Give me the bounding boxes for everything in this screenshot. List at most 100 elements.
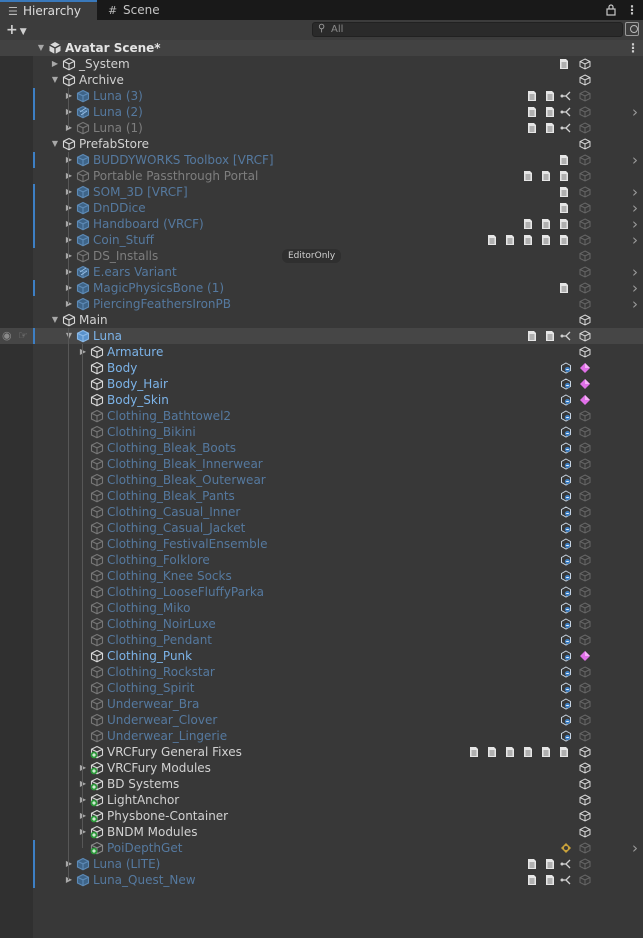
script-icon[interactable]: [527, 122, 537, 134]
prefab-fork-icon[interactable]: [560, 330, 572, 342]
search-options-icon[interactable]: [625, 22, 639, 36]
gameobject-state-icon[interactable]: [579, 138, 591, 150]
gameobject-state-icon[interactable]: [579, 266, 591, 278]
script-icon[interactable]: [527, 858, 537, 870]
expand-arrow-icon[interactable]: ▶: [78, 824, 88, 840]
tree-row[interactable]: Clothing_Casual_Jacket: [0, 520, 643, 536]
expand-arrow-icon[interactable]: ▶: [78, 808, 88, 824]
gameobject-state-icon[interactable]: [579, 634, 591, 646]
collapse-arrow-icon[interactable]: ▼: [50, 136, 60, 152]
expand-arrow-icon[interactable]: ▶: [64, 872, 74, 888]
gameobject-state-icon[interactable]: [579, 426, 591, 438]
mesh-renderer-icon[interactable]: [560, 458, 572, 470]
gameobject-state-icon[interactable]: [579, 794, 591, 806]
gameobject-state-icon[interactable]: [579, 154, 591, 166]
tree-row[interactable]: ▶ BUDDYWORKS Toolbox [VRCF] ›: [0, 152, 643, 168]
expand-arrow-icon[interactable]: ▶: [64, 88, 74, 104]
gameobject-state-icon[interactable]: [579, 346, 591, 358]
tree-row[interactable]: ▶ Portable Passthrough Portal: [0, 168, 643, 184]
expand-arrow-icon[interactable]: ▶: [64, 200, 74, 216]
chevron-right-icon[interactable]: ›: [630, 296, 640, 312]
script-icon[interactable]: [541, 234, 551, 246]
scene-kebab-menu-icon[interactable]: ⋮: [627, 40, 639, 56]
material-icon[interactable]: [579, 650, 591, 662]
tree-row[interactable]: Underwear_Clover: [0, 712, 643, 728]
gameobject-state-icon[interactable]: [579, 298, 591, 310]
tree-row[interactable]: Body_Hair: [0, 376, 643, 392]
mesh-renderer-icon[interactable]: [560, 650, 572, 662]
gameobject-state-icon[interactable]: [579, 826, 591, 838]
tree-row[interactable]: ▶ SOM_3D [VRCF] ›: [0, 184, 643, 200]
gameobject-state-icon[interactable]: [579, 330, 591, 342]
mesh-renderer-icon[interactable]: [560, 490, 572, 502]
mesh-renderer-icon[interactable]: [560, 410, 572, 422]
script-icon[interactable]: [541, 746, 551, 758]
script-icon[interactable]: [523, 170, 533, 182]
script-icon[interactable]: [559, 154, 569, 166]
expand-arrow-icon[interactable]: ▶: [64, 264, 74, 280]
tree-row[interactable]: ▼ Main: [0, 312, 643, 328]
gameobject-state-icon[interactable]: [579, 250, 591, 262]
expand-arrow-icon[interactable]: ▶: [64, 152, 74, 168]
tree-row[interactable]: ▼ Archive: [0, 72, 643, 88]
tree-row[interactable]: Underwear_Bra: [0, 696, 643, 712]
tree-row[interactable]: Underwear_Lingerie: [0, 728, 643, 744]
chevron-right-icon[interactable]: ›: [630, 200, 640, 216]
script-icon[interactable]: [545, 858, 555, 870]
gameobject-state-icon[interactable]: [579, 602, 591, 614]
mesh-renderer-icon[interactable]: [560, 714, 572, 726]
script-icon[interactable]: [545, 106, 555, 118]
gameobject-state-icon[interactable]: [579, 218, 591, 230]
collapse-arrow-icon[interactable]: ▼: [36, 40, 46, 56]
prefab-fork-icon[interactable]: [560, 874, 572, 886]
chevron-right-icon[interactable]: ›: [630, 264, 640, 280]
expand-arrow-icon[interactable]: ▶: [64, 280, 74, 296]
expand-arrow-icon[interactable]: ▶: [64, 856, 74, 872]
search-input[interactable]: [331, 23, 611, 36]
script-icon[interactable]: [523, 746, 533, 758]
pickable-hand-icon[interactable]: ☞: [18, 328, 30, 344]
tree-row[interactable]: ▶ PiercingFeathersIronPB ›: [0, 296, 643, 312]
add-button[interactable]: + ▼: [6, 21, 27, 39]
tree-row[interactable]: ▼ PrefabStore: [0, 136, 643, 152]
tree-row[interactable]: ▶ LightAnchor: [0, 792, 643, 808]
gameobject-state-icon[interactable]: [579, 570, 591, 582]
mesh-renderer-icon[interactable]: [560, 506, 572, 518]
tree-row[interactable]: Clothing_Bathtowel2: [0, 408, 643, 424]
chevron-right-icon[interactable]: ›: [630, 184, 640, 200]
script-icon[interactable]: [527, 90, 537, 102]
chevron-right-icon[interactable]: ›: [630, 104, 640, 120]
tree-row[interactable]: Clothing_Bikini: [0, 424, 643, 440]
chevron-right-icon[interactable]: ›: [630, 216, 640, 232]
tree-row[interactable]: ▶ Coin_Stuff ›: [0, 232, 643, 248]
gameobject-state-icon[interactable]: [579, 186, 591, 198]
expand-arrow-icon[interactable]: ▶: [64, 168, 74, 184]
script-icon[interactable]: [559, 58, 569, 70]
expand-arrow-icon[interactable]: ▶: [64, 120, 74, 136]
gameobject-state-icon[interactable]: [579, 554, 591, 566]
tree-row[interactable]: ◉ ☞ ▼ Luna: [0, 328, 643, 344]
script-icon[interactable]: [545, 122, 555, 134]
script-icon[interactable]: [541, 218, 551, 230]
tree-row[interactable]: Clothing_Casual_Inner: [0, 504, 643, 520]
gameobject-state-icon[interactable]: [579, 442, 591, 454]
script-icon[interactable]: [545, 330, 555, 342]
gameobject-state-icon[interactable]: [579, 730, 591, 742]
script-icon[interactable]: [559, 202, 569, 214]
gameobject-state-icon[interactable]: [579, 858, 591, 870]
mesh-renderer-icon[interactable]: [560, 682, 572, 694]
gameobject-state-icon[interactable]: [579, 586, 591, 598]
tree-row[interactable]: ▶ _System: [0, 56, 643, 72]
scene-row[interactable]: ▼ Avatar Scene* ⋮: [0, 40, 643, 56]
gameobject-state-icon[interactable]: [579, 810, 591, 822]
gameobject-state-icon[interactable]: [579, 106, 591, 118]
tree-row[interactable]: ▶ Armature: [0, 344, 643, 360]
expand-arrow-icon[interactable]: ▶: [64, 296, 74, 312]
tree-row[interactable]: Clothing_NoirLuxe: [0, 616, 643, 632]
gameobject-state-icon[interactable]: [579, 778, 591, 790]
tree-row[interactable]: Clothing_Miko: [0, 600, 643, 616]
tree-row[interactable]: ▶ VRCFury Modules: [0, 760, 643, 776]
expand-arrow-icon[interactable]: ▶: [78, 792, 88, 808]
gameobject-state-icon[interactable]: [579, 762, 591, 774]
prefab-fork-icon[interactable]: [560, 122, 572, 134]
